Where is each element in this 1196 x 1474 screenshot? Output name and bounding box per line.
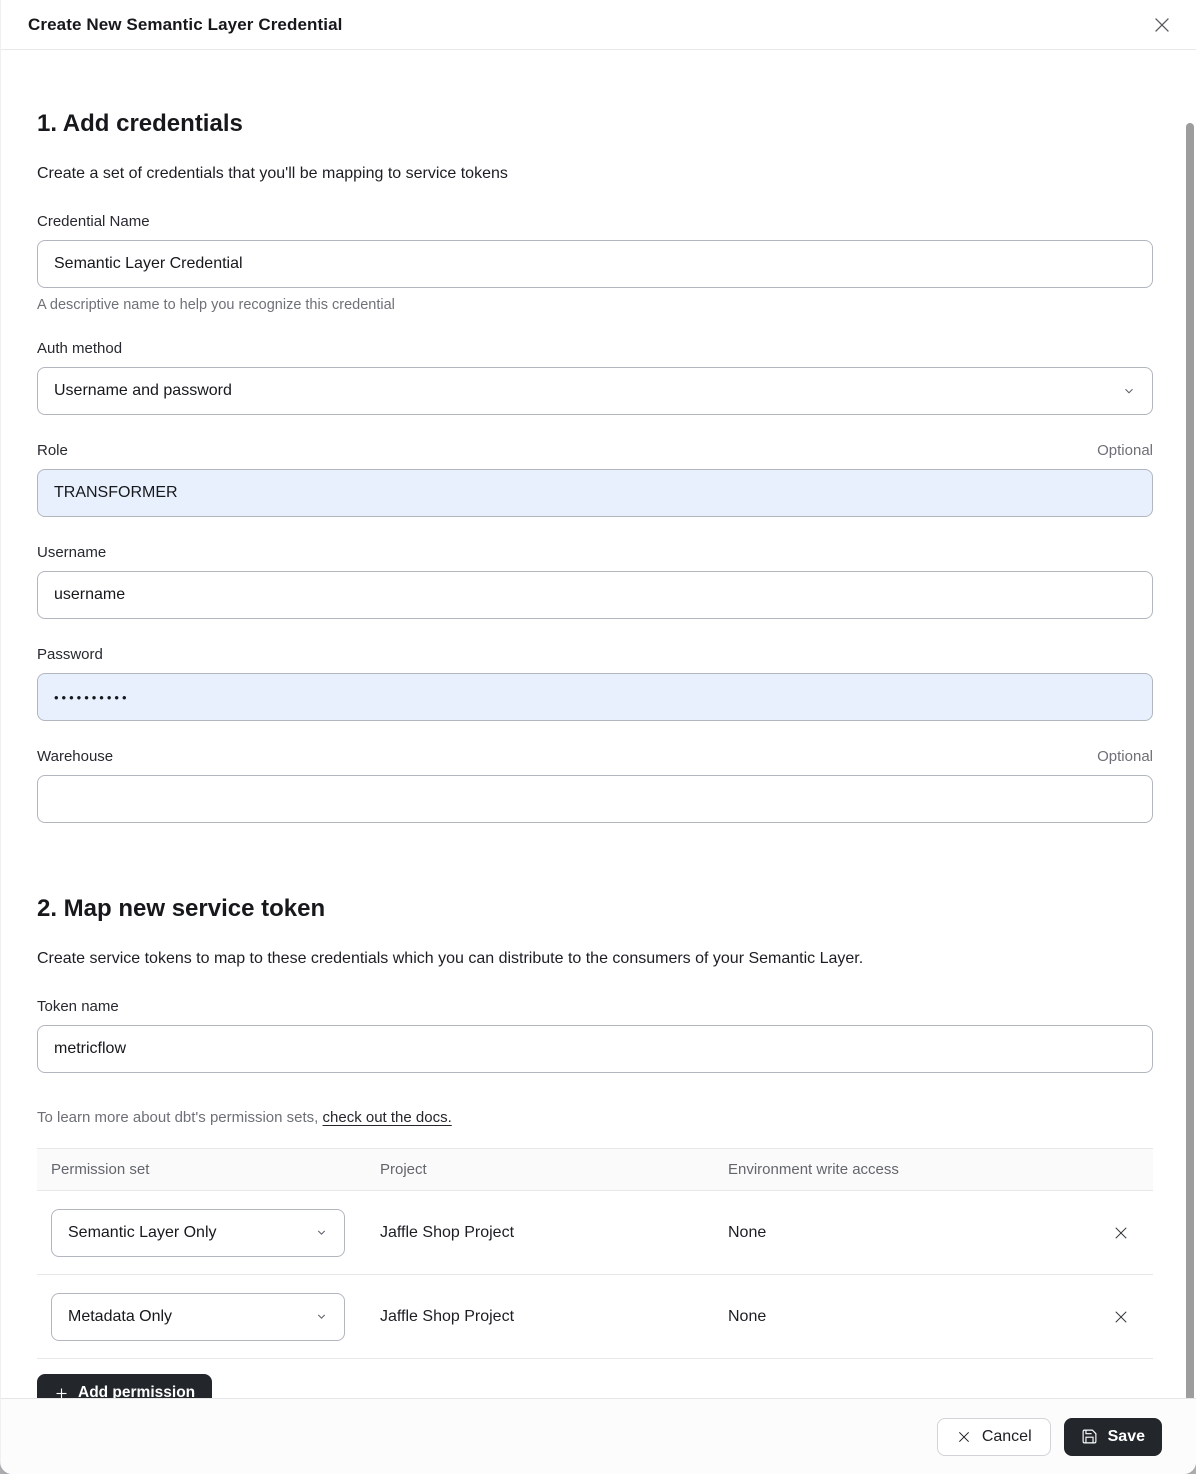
add-permission-label: Add permission (78, 1384, 195, 1398)
permission-set-select[interactable]: Semantic Layer Only (51, 1209, 345, 1257)
credential-name-label: Credential Name (37, 212, 150, 232)
username-input-value[interactable] (54, 586, 1136, 604)
password-input[interactable]: •••••••••• (37, 673, 1153, 721)
section1-heading: 1. Add credentials (37, 108, 1153, 140)
cancel-x-icon (956, 1429, 972, 1445)
warehouse-label: Warehouse (37, 747, 113, 767)
add-permission-button[interactable]: Add permission (37, 1374, 212, 1398)
remove-row-button[interactable] (1107, 1219, 1135, 1247)
credential-name-input-value[interactable] (54, 255, 1136, 273)
auth-method-field-group: Auth method Username and password (37, 339, 1153, 415)
password-field-group: Password •••••••••• (37, 645, 1153, 721)
scrollbar[interactable] (1184, 100, 1196, 1322)
role-input[interactable] (37, 469, 1153, 517)
modal-footer: Cancel Save (1, 1398, 1196, 1474)
warehouse-field-group: Warehouse Optional (37, 747, 1153, 823)
remove-row-button[interactable] (1107, 1303, 1135, 1331)
scrollbar-thumb[interactable] (1186, 123, 1194, 1398)
table-row: Metadata Only Jaffle Shop Project None (37, 1275, 1153, 1359)
close-icon (1151, 14, 1173, 36)
env-write-access-cell: None (728, 1224, 1089, 1242)
auth-method-label: Auth method (37, 339, 122, 359)
permission-set-select[interactable]: Metadata Only (51, 1293, 345, 1341)
remove-icon (1112, 1224, 1130, 1242)
docs-link[interactable]: check out the docs. (323, 1109, 452, 1126)
column-header-env-write-access: Environment write access (728, 1161, 1089, 1178)
chevron-down-icon (1122, 384, 1136, 398)
token-name-input[interactable] (37, 1025, 1153, 1073)
warehouse-input-value[interactable] (54, 790, 1136, 808)
permission-set-selected-value: Metadata Only (68, 1308, 172, 1326)
docs-line: To learn more about dbt's permission set… (37, 1109, 1153, 1126)
username-field-group: Username (37, 543, 1153, 619)
modal-title: Create New Semantic Layer Credential (28, 15, 342, 35)
column-header-permission-set: Permission set (51, 1161, 380, 1178)
modal-header: Create New Semantic Layer Credential (1, 0, 1196, 50)
token-name-input-value[interactable] (54, 1040, 1136, 1058)
project-cell: Jaffle Shop Project (380, 1224, 728, 1242)
credential-name-field-group: Credential Name A descriptive name to he… (37, 212, 1153, 313)
create-credential-modal: Create New Semantic Layer Credential 1. … (0, 0, 1196, 1474)
close-button[interactable] (1148, 11, 1176, 39)
chevron-down-icon (315, 1310, 328, 1323)
chevron-down-icon (315, 1226, 328, 1239)
modal-body: 1. Add credentials Create a set of crede… (1, 50, 1196, 1398)
plus-icon (54, 1386, 69, 1399)
token-name-field-group: Token name (37, 997, 1153, 1073)
auth-method-selected-value: Username and password (54, 382, 232, 400)
table-row: Semantic Layer Only Jaffle Shop Project … (37, 1191, 1153, 1275)
credential-name-helper: A descriptive name to help you recognize… (37, 297, 1153, 313)
docs-text: To learn more about dbt's permission set… (37, 1109, 318, 1126)
credential-name-input[interactable] (37, 240, 1153, 288)
column-header-project: Project (380, 1161, 728, 1178)
section2-heading: 2. Map new service token (37, 893, 1153, 925)
password-masked-value: •••••••••• (54, 690, 130, 705)
permissions-table-header: Permission set Project Environment write… (37, 1148, 1153, 1191)
role-input-value[interactable] (54, 484, 1136, 502)
role-optional-tag: Optional (1097, 442, 1153, 459)
username-label: Username (37, 543, 106, 563)
section2-description: Create service tokens to map to these cr… (37, 947, 1153, 971)
role-field-group: Role Optional (37, 441, 1153, 517)
username-input[interactable] (37, 571, 1153, 619)
cancel-button[interactable]: Cancel (937, 1418, 1051, 1456)
remove-icon (1112, 1308, 1130, 1326)
save-button[interactable]: Save (1064, 1418, 1162, 1456)
project-cell: Jaffle Shop Project (380, 1308, 728, 1326)
save-disk-icon (1081, 1428, 1098, 1445)
permission-set-selected-value: Semantic Layer Only (68, 1224, 217, 1242)
warehouse-optional-tag: Optional (1097, 748, 1153, 765)
warehouse-input[interactable] (37, 775, 1153, 823)
auth-method-select[interactable]: Username and password (37, 367, 1153, 415)
password-label: Password (37, 645, 103, 665)
save-label: Save (1108, 1428, 1145, 1446)
token-name-label: Token name (37, 997, 119, 1017)
env-write-access-cell: None (728, 1308, 1089, 1326)
permissions-table: Permission set Project Environment write… (37, 1148, 1153, 1359)
section1-description: Create a set of credentials that you'll … (37, 162, 1153, 186)
role-label: Role (37, 441, 68, 461)
cancel-label: Cancel (982, 1428, 1032, 1446)
